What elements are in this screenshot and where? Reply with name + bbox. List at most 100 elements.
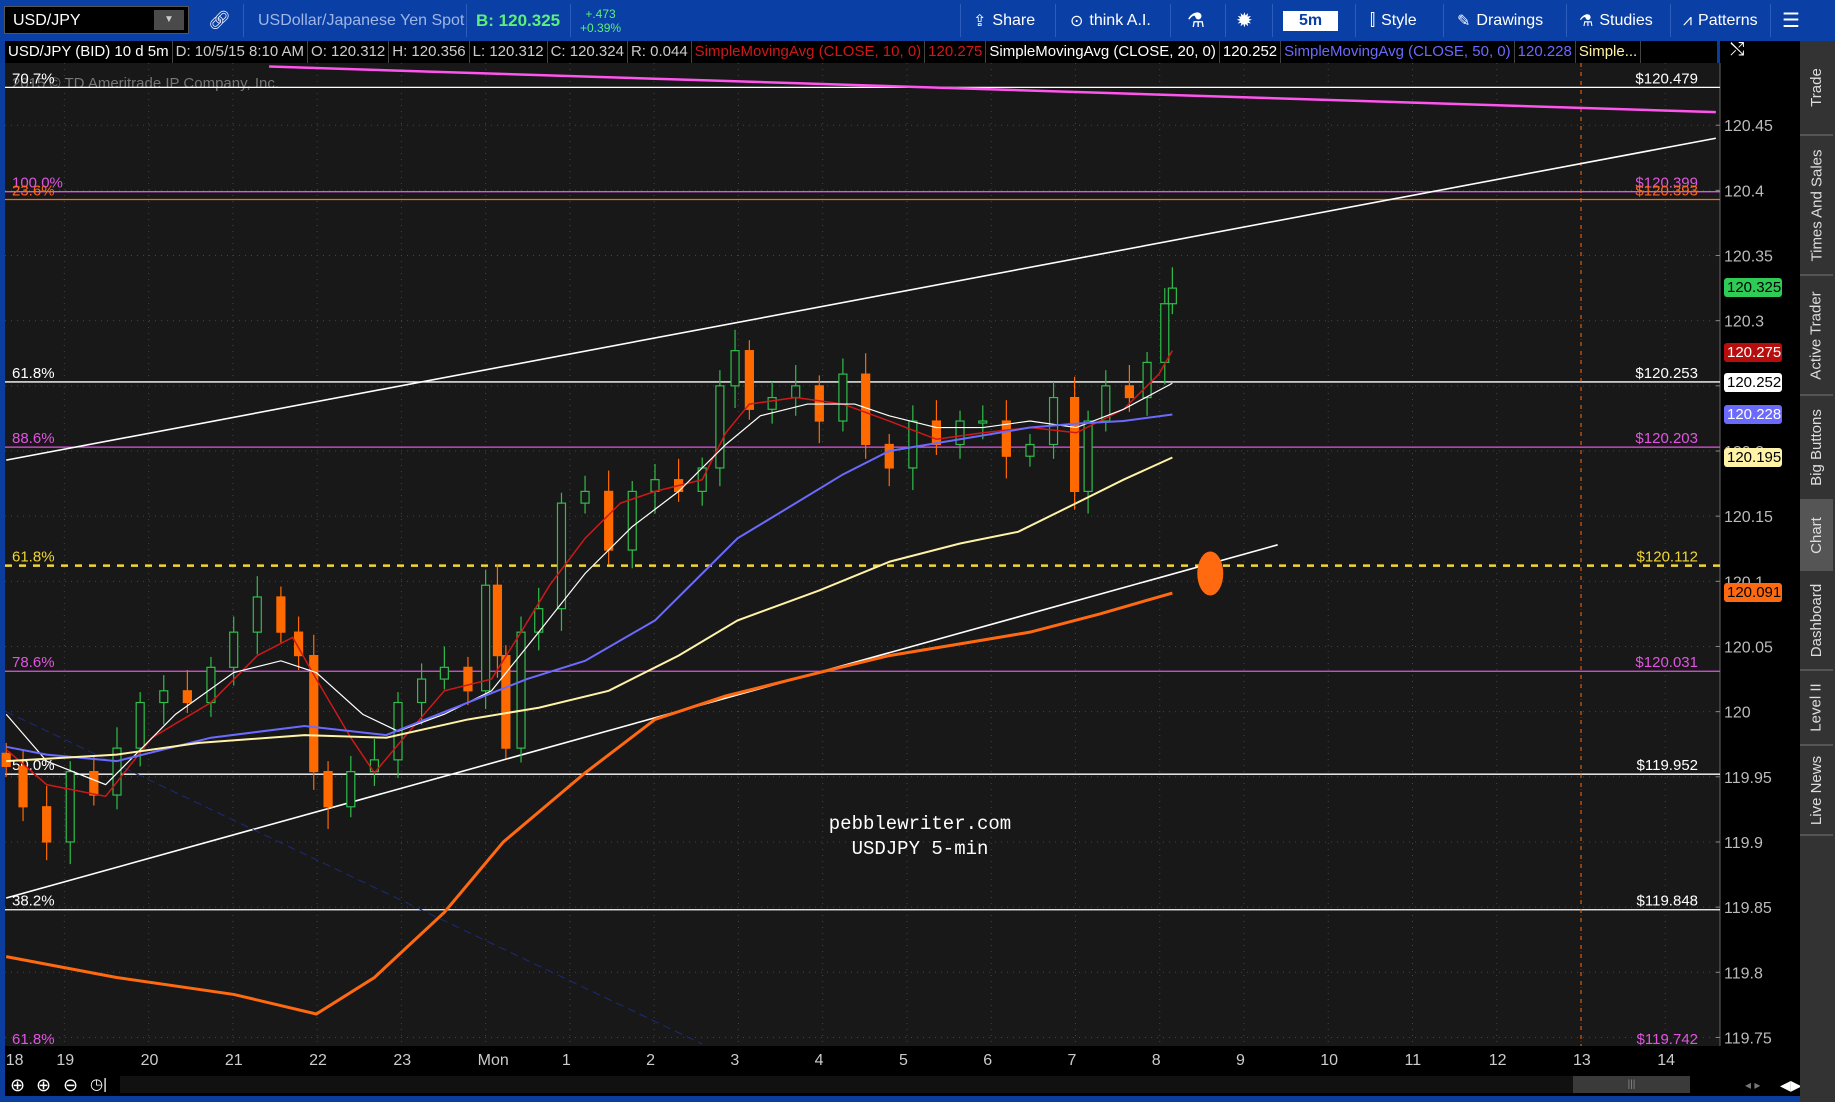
candle-down: [42, 806, 52, 843]
side-tab-label: Level II: [1808, 683, 1825, 732]
x-tick-label: 12: [1488, 1052, 1507, 1069]
scrollbar-thumb[interactable]: |||: [1573, 1076, 1690, 1093]
price-badge: 120.091: [1724, 583, 1782, 603]
side-tab-trade[interactable]: Trade: [1800, 41, 1833, 136]
x-tick-label: 5: [898, 1052, 908, 1069]
candle-up: [730, 350, 740, 387]
target-marker: [1197, 551, 1224, 596]
candle-up: [715, 385, 725, 469]
candle-up: [791, 385, 801, 399]
x-tick-label: 10: [1320, 1052, 1339, 1069]
candle-down: [1124, 385, 1134, 399]
zoom-out-icon[interactable]: ⊖: [63, 1074, 78, 1096]
candle-down: [604, 490, 614, 551]
candle-down: [89, 770, 99, 796]
fib-price-label: $120.253: [1635, 365, 1698, 382]
candle-up: [1048, 396, 1059, 446]
candle-up: [516, 631, 526, 749]
candle-down: [931, 420, 942, 446]
candle-down: [1001, 420, 1011, 457]
x-tick-label: 4: [814, 1052, 824, 1069]
candle-up: [65, 770, 75, 843]
candle-up: [556, 502, 567, 610]
zoom-in-icon[interactable]: ⊕: [36, 1074, 51, 1096]
candle-up: [159, 690, 169, 704]
x-tick-label: 13: [1573, 1052, 1591, 1069]
plot-area: [5, 63, 1720, 1046]
crosshair-icon[interactable]: ⊕: [10, 1074, 25, 1096]
candle-up: [838, 373, 848, 422]
side-tab-dashboard[interactable]: Dashboard: [1800, 571, 1833, 671]
fib-percent-label: 23.6%: [12, 182, 55, 199]
side-tab-label: Big Buttons: [1808, 409, 1825, 486]
clock-icon[interactable]: ◷|: [90, 1074, 107, 1096]
candle-down: [744, 350, 754, 410]
side-tab-label: Live News: [1808, 755, 1826, 825]
fib-price-label: $120.203: [1635, 430, 1698, 447]
candle-up: [439, 666, 449, 680]
horizontal-scrollbar[interactable]: |||: [120, 1076, 1690, 1093]
candle-up: [1167, 287, 1177, 305]
candle-down: [884, 443, 894, 469]
x-tick-label: 18: [5, 1052, 24, 1069]
candle-up: [417, 678, 427, 704]
price-badge: 120.228: [1724, 404, 1782, 424]
side-tab-active-trader[interactable]: Active Trader: [1800, 276, 1833, 396]
side-tab-times-and-sales[interactable]: Times And Sales: [1800, 136, 1833, 276]
candle-up: [1160, 303, 1170, 363]
candle-down: [463, 666, 473, 692]
expand-icon[interactable]: ◀▶: [1780, 1074, 1802, 1096]
scroll-left-right-icon[interactable]: ◂ ▸: [1745, 1074, 1760, 1096]
side-tab-live-news[interactable]: Live News: [1800, 746, 1833, 836]
side-tab-level-ii[interactable]: Level II: [1800, 671, 1833, 746]
x-tick-label: 14: [1657, 1052, 1676, 1069]
x-tick-label: Mon: [477, 1052, 509, 1069]
side-tab-label: Dashboard: [1808, 583, 1826, 657]
x-tick-label: 9: [1235, 1052, 1245, 1069]
watermark-line-2: USDJPY 5-min: [852, 838, 989, 860]
candle-down: [18, 765, 28, 808]
candle-down: [276, 596, 286, 633]
x-tick-label: 7: [1067, 1052, 1077, 1069]
y-tick-label: 119.85: [1724, 900, 1772, 917]
y-tick-label: 120.05: [1724, 639, 1773, 656]
price-badge: 120.275: [1724, 343, 1782, 363]
y-tick-label: 120.15: [1724, 509, 1773, 526]
price-chart[interactable]: 2015 © TD Ameritrade IP Company, Inc. 70…: [0, 0, 1835, 1102]
candle-down: [182, 690, 192, 704]
side-tab-big-buttons[interactable]: Big Buttons: [1800, 396, 1833, 501]
x-tick-label: 22: [309, 1052, 327, 1069]
candle-up: [229, 631, 239, 668]
candle-up: [206, 666, 216, 704]
candle-down: [1070, 396, 1080, 492]
y-tick-label: 120.4: [1724, 183, 1764, 200]
candle-up: [650, 479, 660, 492]
side-tab-chart[interactable]: Chart: [1800, 501, 1833, 571]
y-tick-label: 120.35: [1724, 249, 1773, 266]
x-tick-label: 3: [730, 1052, 740, 1069]
side-tabs: Trade Times And Sales Active Trader Big But…: [1800, 41, 1835, 1102]
candle-up: [1083, 420, 1093, 492]
y-tick-label: 120: [1724, 705, 1751, 722]
fib-price-label: $120.112: [1637, 549, 1698, 566]
candle-up: [580, 490, 590, 504]
candle-up: [978, 420, 988, 424]
y-tick-label: 119.9: [1724, 835, 1763, 852]
fib-percent-label: 61.8%: [12, 365, 55, 382]
candle-down: [323, 770, 333, 808]
fib-price-label: $120.479: [1635, 70, 1698, 87]
fib-price-label: $119.848: [1637, 893, 1698, 910]
candle-down: [1, 752, 11, 767]
candle-up: [346, 770, 356, 808]
x-tick-label: 20: [140, 1052, 159, 1069]
y-tick-label: 119.8: [1724, 965, 1763, 982]
fib-percent-label: 61.8%: [12, 549, 55, 566]
candle-up: [135, 701, 145, 749]
y-tick-label: 119.75: [1724, 1030, 1772, 1047]
time-axis[interactable]: 18 19 20 21 22 23 Mon 1 2 3 4 5 6 7 8 9 10 11 12 13 14: [5, 1046, 1800, 1074]
candle-up: [1025, 443, 1035, 457]
x-tick-label: 8: [1151, 1052, 1161, 1069]
x-tick-label: 2: [646, 1052, 656, 1069]
fib-percent-label: 78.6%: [12, 654, 55, 671]
side-tab-label: Trade: [1808, 68, 1826, 107]
